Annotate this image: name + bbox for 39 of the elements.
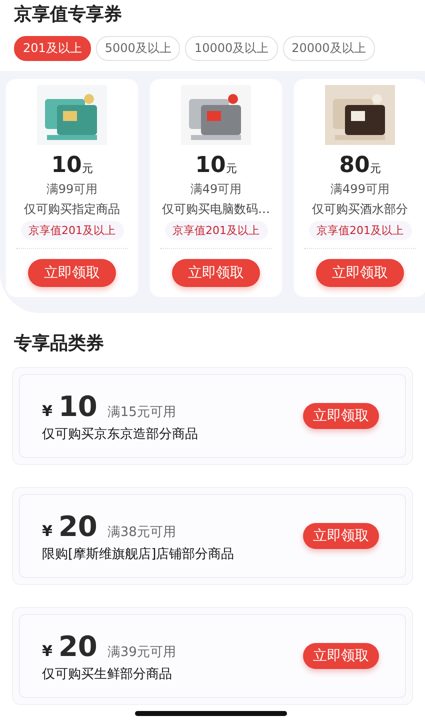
level-filter-tab[interactable]: 20000及以上 [282, 36, 375, 61]
coupon-amount: 20 [58, 510, 98, 542]
section-title: 京享值专享券 [14, 4, 122, 25]
currency-unit: 元 [226, 161, 237, 176]
coupon-scope: 仅可购买指定商品 [24, 201, 120, 218]
coupon-amount: 20 [58, 630, 98, 662]
coupon-amount: 10 [195, 153, 226, 178]
claim-button[interactable]: 立即领取 [303, 523, 379, 549]
section-title: 专享品类券 [14, 333, 104, 354]
coupon-scope: 限购[摩斯维旗舰店]店铺部分商品 [42, 546, 234, 562]
coupon-condition: 满38元可用 [107, 524, 176, 540]
claim-button[interactable]: 立即领取 [316, 259, 404, 287]
coupon-condition: 满15元可用 [107, 404, 176, 420]
coupon-amount: 80 [339, 153, 370, 178]
level-filter-tab[interactable]: 201及以上 [14, 36, 91, 61]
level-tag: 京享值201及以上 [20, 221, 124, 240]
currency-symbol: ¥ [42, 642, 52, 660]
claim-button[interactable]: 立即领取 [28, 259, 116, 287]
coupon-scope: 仅可购买酒水部分 [312, 201, 408, 218]
coupon-amount: 10 [58, 390, 98, 422]
coupon-condition: 满49可用 [190, 181, 242, 198]
currency-symbol: ¥ [42, 402, 52, 420]
currency-unit: 元 [82, 161, 93, 176]
level-filter-tab[interactable]: 5000及以上 [96, 36, 180, 61]
currency-symbol: ¥ [42, 522, 52, 540]
claim-button[interactable]: 立即领取 [172, 259, 260, 287]
coupon-condition: 满99可用 [46, 181, 98, 198]
level-filter-tab[interactable]: 10000及以上 [185, 36, 278, 61]
coupon-scope: 仅可购买京东京造部分商品 [42, 426, 198, 442]
level-tag: 京享值201及以上 [164, 221, 268, 240]
coupon-condition: 满39元可用 [107, 644, 176, 660]
coupon-scope: 仅可购买电脑数码… [162, 201, 270, 218]
coupon-scope: 仅可购买生鲜部分商品 [42, 666, 173, 682]
level-tag: 京享值201及以上 [308, 221, 412, 240]
claim-button[interactable]: 立即领取 [303, 643, 379, 669]
claim-button[interactable]: 立即领取 [303, 403, 379, 429]
coupon-amount: 10 [51, 153, 82, 178]
currency-unit: 元 [370, 161, 381, 176]
coupon-condition: 满499可用 [330, 181, 390, 198]
